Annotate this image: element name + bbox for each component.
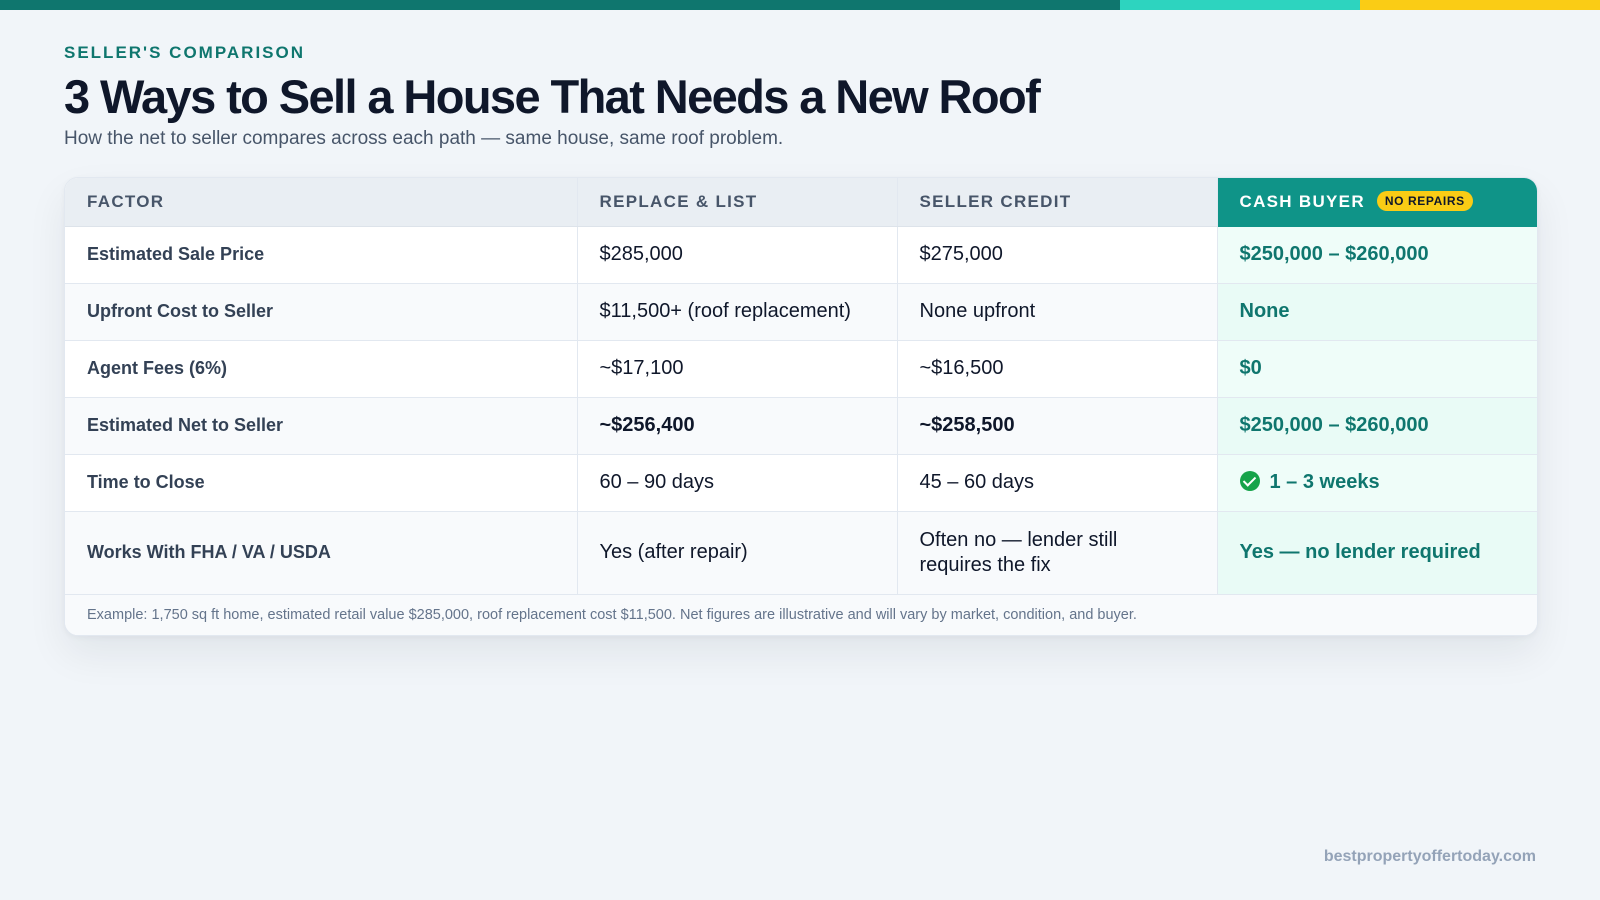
replace-value: $285,000 xyxy=(577,226,898,284)
cash-value: $250,000 – $260,000 xyxy=(1217,226,1537,284)
credit-value: ~$258,500 xyxy=(897,397,1218,455)
table-row: Time to Close 60 – 90 days 45 – 60 days … xyxy=(65,454,1537,512)
credit-value: ~$16,500 xyxy=(897,340,1218,398)
check-circle-icon xyxy=(1239,471,1260,491)
column-header-cash-buyer: CASH BUYER NO REPAIRS xyxy=(1217,178,1537,227)
table-footnote: Example: 1,750 sq ft home, estimated ret… xyxy=(65,594,1537,635)
row-factor: Estimated Sale Price xyxy=(65,226,578,284)
replace-value: ~$17,100 xyxy=(577,340,898,398)
row-factor: Agent Fees (6%) xyxy=(65,340,578,398)
no-repairs-badge: NO REPAIRS xyxy=(1376,191,1473,212)
accent-segment-secondary xyxy=(1120,0,1360,10)
top-accent-bar xyxy=(0,0,1600,10)
row-factor: Works With FHA / VA / USDA xyxy=(65,511,578,595)
row-factor: Estimated Net to Seller xyxy=(65,397,578,455)
column-header-factor: FACTOR xyxy=(65,178,578,227)
eyebrow-label: SELLER'S COMPARISON xyxy=(64,43,306,62)
table-row: Estimated Sale Price $285,000 $275,000 $… xyxy=(65,226,1537,284)
page-title: 3 Ways to Sell a House That Needs a New … xyxy=(64,70,1041,123)
accent-segment-accent xyxy=(1360,0,1600,10)
replace-value: Yes (after repair) xyxy=(577,511,898,595)
table-row: Upfront Cost to Seller $11,500+ (roof re… xyxy=(65,283,1537,341)
cash-value: None xyxy=(1217,283,1537,341)
row-factor: Time to Close xyxy=(65,454,578,512)
table-row: Works With FHA / VA / USDA Yes (after re… xyxy=(65,511,1537,595)
comparison-table: FACTOR REPLACE & LIST SELLER CREDIT CASH… xyxy=(65,178,1537,595)
column-header-replace-and-list: REPLACE & LIST xyxy=(577,178,898,227)
website-url: bestpropertyoffertoday.com xyxy=(1323,848,1536,865)
page-subtitle: How the net to seller compares across ea… xyxy=(64,128,784,149)
replace-value: 60 – 90 days xyxy=(577,454,898,512)
table-row: Agent Fees (6%) ~$17,100 ~$16,500 $0 xyxy=(65,340,1537,398)
row-factor: Upfront Cost to Seller xyxy=(65,283,578,341)
replace-value: $11,500+ (roof replacement) xyxy=(577,283,898,341)
cash-value: $0 xyxy=(1217,340,1537,398)
cash-value: $250,000 – $260,000 xyxy=(1217,397,1537,455)
comparison-card: FACTOR REPLACE & LIST SELLER CREDIT CASH… xyxy=(64,177,1538,636)
credit-value: Often no — lender still requires the fix xyxy=(897,511,1218,595)
table-header-row: FACTOR REPLACE & LIST SELLER CREDIT CASH… xyxy=(65,178,1537,227)
replace-value: ~$256,400 xyxy=(577,397,898,455)
accent-segment-primary xyxy=(0,0,1120,10)
table-row: Estimated Net to Seller ~$256,400 ~$258,… xyxy=(65,397,1537,455)
column-header-seller-credit: SELLER CREDIT xyxy=(897,178,1218,227)
page-header: SELLER'S COMPARISON 3 Ways to Sell a Hou… xyxy=(64,43,1536,151)
credit-value: $275,000 xyxy=(897,226,1218,284)
cash-buyer-label: CASH BUYER xyxy=(1239,192,1365,212)
credit-value: None upfront xyxy=(897,283,1218,341)
cash-value-text: 1 – 3 weeks xyxy=(1269,471,1380,493)
credit-value: 45 – 60 days xyxy=(897,454,1218,512)
cash-value: Yes — no lender required xyxy=(1217,511,1537,595)
cash-value: 1 – 3 weeks xyxy=(1217,454,1537,512)
